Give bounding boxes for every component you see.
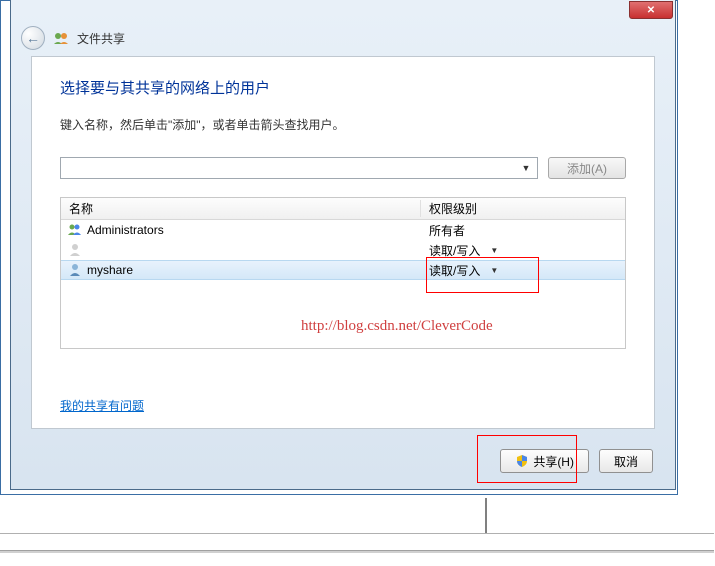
group-icon bbox=[67, 222, 83, 238]
table-row[interactable]: Administrators 所有者 bbox=[61, 220, 625, 240]
shield-icon bbox=[515, 454, 529, 468]
close-button[interactable]: ✕ bbox=[629, 1, 673, 19]
watermark-text: http://blog.csdn.net/CleverCode bbox=[301, 318, 493, 335]
main-heading: 选择要与其共享的网络上的用户 bbox=[60, 77, 626, 98]
share-button[interactable]: 共享(H) bbox=[500, 449, 589, 473]
chevron-down-icon[interactable]: ▼ bbox=[517, 163, 535, 173]
permission-cell: 读取/写入 bbox=[429, 242, 480, 259]
title-bar: ✕ bbox=[629, 0, 675, 19]
instruction-text: 键入名称，然后单击"添加"，或者单击箭头查找用户。 bbox=[60, 116, 626, 133]
add-button[interactable]: 添加(A) bbox=[548, 157, 626, 179]
user-icon bbox=[67, 262, 83, 278]
chevron-down-icon[interactable]: ▼ bbox=[490, 246, 498, 255]
column-header-name[interactable]: 名称 bbox=[61, 200, 421, 217]
button-bar: 共享(H) 取消 bbox=[500, 449, 653, 473]
user-name-cell: Administrators bbox=[87, 223, 164, 237]
cancel-button[interactable]: 取消 bbox=[599, 449, 653, 473]
user-name-cell: myshare bbox=[87, 263, 133, 277]
column-header-permission[interactable]: 权限级别 bbox=[421, 200, 625, 217]
file-sharing-icon bbox=[53, 30, 69, 46]
back-button[interactable]: ← bbox=[21, 26, 45, 50]
file-sharing-dialog: ✕ ← 文件共享 选择要与其共享的网络上的用户 键入名称，然后单击"添加"，或者… bbox=[10, 0, 676, 490]
permission-cell: 读取/写入 bbox=[429, 262, 480, 279]
user-name-combo[interactable]: ▼ bbox=[60, 157, 538, 179]
content-panel: 选择要与其共享的网络上的用户 键入名称，然后单击"添加"，或者单击箭头查找用户。… bbox=[31, 56, 655, 429]
user-name-input[interactable] bbox=[67, 161, 517, 175]
back-arrow-icon: ← bbox=[26, 30, 40, 46]
permission-cell: 所有者 bbox=[429, 222, 465, 239]
add-user-row: ▼ 添加(A) bbox=[60, 157, 626, 179]
table-header: 名称 权限级别 bbox=[61, 198, 625, 220]
close-icon: ✕ bbox=[647, 5, 655, 16]
table-row[interactable]: myshare 读取/写入 ▼ bbox=[61, 260, 625, 280]
chevron-down-icon[interactable]: ▼ bbox=[490, 266, 498, 275]
window-title: 文件共享 bbox=[77, 30, 125, 47]
table-body: Administrators 所有者 bbox=[61, 220, 625, 280]
share-button-label: 共享(H) bbox=[533, 453, 574, 470]
user-icon bbox=[67, 242, 83, 258]
help-link[interactable]: 我的共享有问题 bbox=[60, 397, 144, 414]
nav-bar: ← 文件共享 bbox=[11, 20, 675, 56]
table-row[interactable]: 读取/写入 ▼ bbox=[61, 240, 625, 260]
